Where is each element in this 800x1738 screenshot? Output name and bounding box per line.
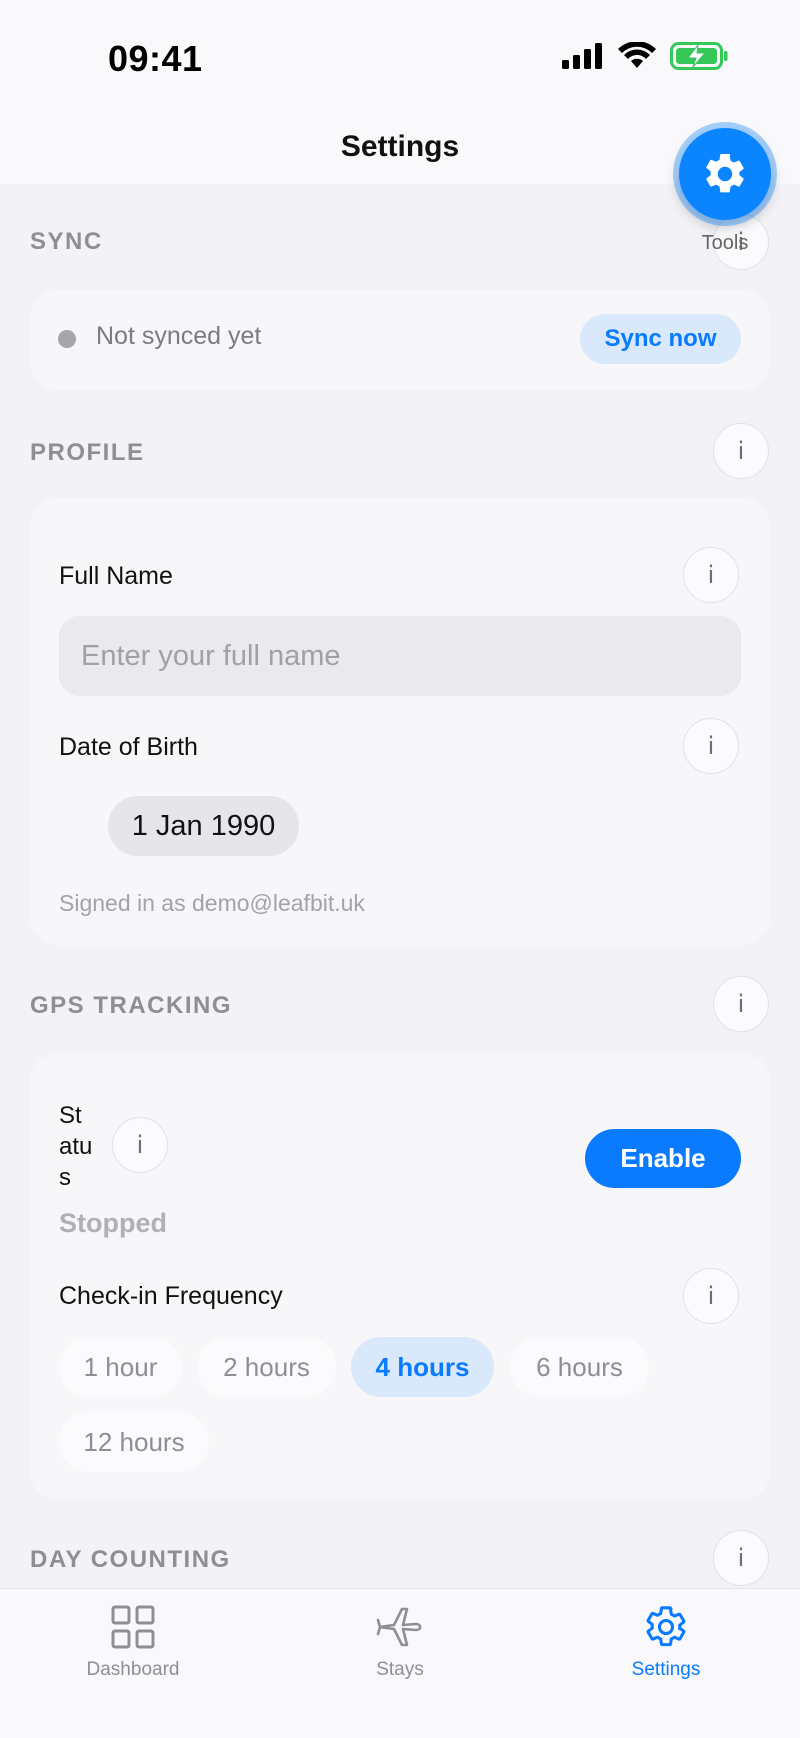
tools-fab-label: Tools bbox=[701, 232, 749, 254]
grid-icon bbox=[111, 1605, 155, 1649]
enable-tracking-button[interactable]: Enable bbox=[585, 1129, 741, 1188]
sync-section-header: SYNC bbox=[30, 228, 103, 255]
gps-status-info-button[interactable]: i bbox=[112, 1117, 168, 1173]
frequency-chip-4-hours[interactable]: 4 hours bbox=[351, 1337, 494, 1397]
profile-section-header: PROFILE bbox=[30, 439, 145, 466]
tab-dashboard[interactable]: Dashboard bbox=[53, 1599, 213, 1681]
date-of-birth-info-button[interactable]: i bbox=[683, 718, 739, 774]
frequency-chip-12-hours[interactable]: 12 hours bbox=[59, 1412, 209, 1472]
tab-dashboard-label: Dashboard bbox=[86, 1659, 180, 1680]
gps-section-header: GPS TRACKING bbox=[30, 992, 233, 1019]
gps-info-button[interactable]: i bbox=[713, 976, 769, 1032]
airplane-icon bbox=[376, 1607, 422, 1647]
full-name-label: Full Name bbox=[59, 562, 173, 590]
cellular-signal-icon bbox=[562, 43, 602, 69]
date-of-birth-picker[interactable]: 1 Jan 1990 bbox=[108, 796, 299, 856]
wifi-icon bbox=[618, 42, 656, 68]
tab-settings[interactable]: Settings bbox=[586, 1599, 746, 1681]
signed-in-text: Signed in as demo@leafbit.uk bbox=[59, 890, 365, 916]
check-in-frequency-label: Check-in Frequency bbox=[59, 1282, 283, 1310]
status-bar: 09:41 bbox=[0, 0, 800, 110]
tab-stays[interactable]: Stays bbox=[320, 1599, 480, 1681]
sync-status-text: Not synced yet bbox=[96, 322, 262, 350]
gps-status-value: Stopped bbox=[59, 1208, 167, 1238]
check-in-frequency-info-button[interactable]: i bbox=[683, 1268, 739, 1324]
profile-info-button[interactable]: i bbox=[713, 423, 769, 479]
gear-icon bbox=[706, 153, 744, 193]
tab-stays-label: Stays bbox=[376, 1659, 424, 1680]
tab-bar: Dashboard Stays Settings bbox=[0, 1588, 800, 1738]
gps-status-label: Status bbox=[59, 1102, 93, 1191]
status-icons bbox=[562, 42, 728, 70]
sync-status-dot bbox=[58, 330, 76, 348]
date-of-birth-label: Date of Birth bbox=[59, 733, 198, 761]
tools-fab-button[interactable] bbox=[679, 128, 771, 220]
day-counting-section-header: DAY COUNTING bbox=[30, 1546, 231, 1573]
frequency-chip-6-hours[interactable]: 6 hours bbox=[510, 1337, 649, 1397]
frequency-chip-1-hour[interactable]: 1 hour bbox=[59, 1337, 182, 1397]
day-counting-info-button[interactable]: i bbox=[713, 1530, 769, 1586]
frequency-chip-2-hours[interactable]: 2 hours bbox=[197, 1337, 336, 1397]
full-name-input[interactable] bbox=[59, 616, 741, 696]
sync-now-button[interactable]: Sync now bbox=[580, 314, 741, 364]
gear-icon bbox=[646, 1606, 686, 1647]
battery-charging-icon bbox=[670, 42, 728, 70]
tab-settings-label: Settings bbox=[631, 1659, 701, 1680]
full-name-info-button[interactable]: i bbox=[683, 547, 739, 603]
status-time: 09:41 bbox=[108, 38, 203, 79]
